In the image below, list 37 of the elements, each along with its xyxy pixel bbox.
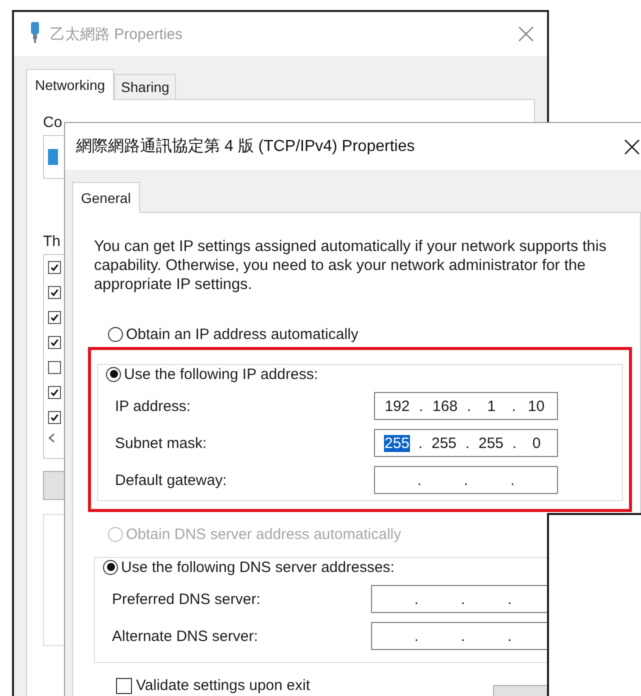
- checkbox[interactable]: [48, 411, 61, 424]
- checkbox[interactable]: [48, 311, 61, 324]
- checkbox[interactable]: [48, 386, 61, 399]
- description-text: You can get IP settings assigned automatically if your network supports this capability. Otherwise, you need to ask your network administrator for the appropriate IP settings.: [94, 237, 608, 294]
- checkbox[interactable]: [48, 336, 61, 349]
- window-title: 乙太網路 Properties: [50, 24, 184, 44]
- ip-octet: 10: [526, 398, 546, 414]
- tab[interactable]: Networking: [26, 69, 114, 100]
- checkbox[interactable]: [48, 361, 61, 374]
- ip-octet: 255: [478, 434, 504, 452]
- ip-octet: 0: [531, 434, 542, 452]
- checkbox[interactable]: [48, 286, 61, 299]
- radio-option[interactable]: Obtain an IP address automatically: [108, 326, 640, 343]
- field-label: Alternate DNS server:: [112, 628, 259, 644]
- ip-octet: 255: [431, 434, 457, 452]
- tab[interactable]: Sharing: [114, 74, 176, 99]
- ip-octet: 168: [432, 398, 458, 414]
- field-label: IP address:: [115, 398, 192, 414]
- ip-address-field[interactable]: 255 . 255 . 255 . 0: [374, 429, 558, 457]
- checkbox[interactable]: [48, 261, 61, 274]
- field-label: Subnet mask:: [115, 434, 208, 452]
- ip-octet: 192: [384, 398, 410, 414]
- scroll-left-icon[interactable]: [48, 432, 55, 442]
- ip-address-field[interactable]: 192 . 168 . 1 . 10: [374, 392, 558, 420]
- ip-address-field[interactable]: . . .: [374, 466, 558, 494]
- label: Co: [43, 114, 62, 131]
- ip-octet: 255: [384, 434, 410, 452]
- label: Th: [43, 233, 61, 250]
- field-label: Default gateway:: [115, 472, 228, 488]
- close-icon[interactable]: [623, 138, 641, 156]
- window-title: 網際網路通訊協定第 4 版 (TCP/IPv4) Properties: [76, 136, 416, 157]
- radio-option[interactable]: Use the following DNS server addresses:: [103, 558, 394, 576]
- ip-octet: 1: [486, 398, 497, 414]
- field-label: Preferred DNS server:: [112, 590, 262, 608]
- adapter-icon: [48, 149, 58, 165]
- radio-option[interactable]: Use the following IP address:: [106, 366, 318, 382]
- tab[interactable]: General: [72, 182, 140, 213]
